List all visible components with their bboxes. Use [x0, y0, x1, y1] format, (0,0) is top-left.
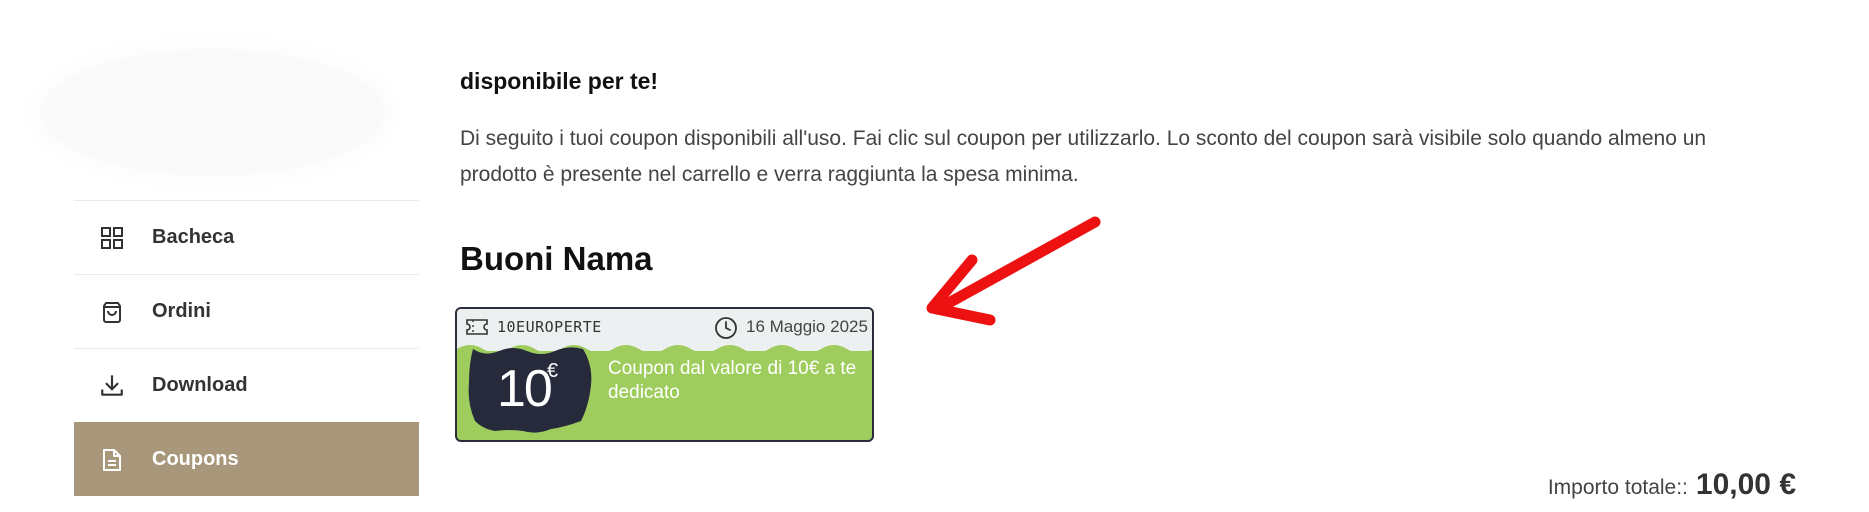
- section-title: Buoni Nama: [460, 240, 653, 277]
- document-icon: [98, 446, 126, 474]
- shopping-bag-icon: [98, 298, 126, 326]
- account-sidebar: Bacheca Ordini Download Coupons: [74, 200, 419, 496]
- download-icon: [98, 372, 126, 400]
- total-value: 10,00 €: [1695, 468, 1796, 501]
- sidebar-item-download[interactable]: Download: [74, 348, 419, 422]
- sidebar-item-label: Download: [152, 374, 248, 396]
- sidebar-item-coupons[interactable]: Coupons: [74, 422, 419, 496]
- coupon-card[interactable]: 10EUROPERTE 16 Maggio 2025 10 € Coupon d…: [455, 307, 874, 442]
- coupon-amount: 10: [497, 360, 553, 418]
- sidebar-item-label: Coupons: [152, 448, 239, 470]
- clock-icon: [714, 316, 738, 345]
- total-label: Importo totale::: [1547, 476, 1688, 499]
- coupon-description: Di seguito i tuoi coupon disponibili all…: [460, 127, 1707, 186]
- grid-icon: [98, 224, 126, 252]
- red-arrow-annotation: [926, 216, 1101, 326]
- sidebar-item-label: Ordini: [152, 300, 211, 322]
- sidebar-item-ordini[interactable]: Ordini: [74, 274, 419, 348]
- coupon-text: Coupon dal valore di 10€ a te dedicato: [608, 358, 857, 403]
- sidebar-item-bacheca[interactable]: Bacheca: [74, 200, 419, 274]
- ticket-icon: [465, 317, 489, 342]
- avatar: [40, 50, 385, 175]
- sidebar-item-label: Bacheca: [152, 226, 235, 248]
- page-heading: disponibile per te!: [460, 68, 659, 94]
- coupon-expiry-date: 16 Maggio 2025: [746, 317, 868, 336]
- order-total: Importo totale:: 10,00 €: [1548, 468, 1796, 502]
- coupon-code: 10EUROPERTE: [497, 318, 602, 336]
- coupon-currency: €: [547, 360, 559, 382]
